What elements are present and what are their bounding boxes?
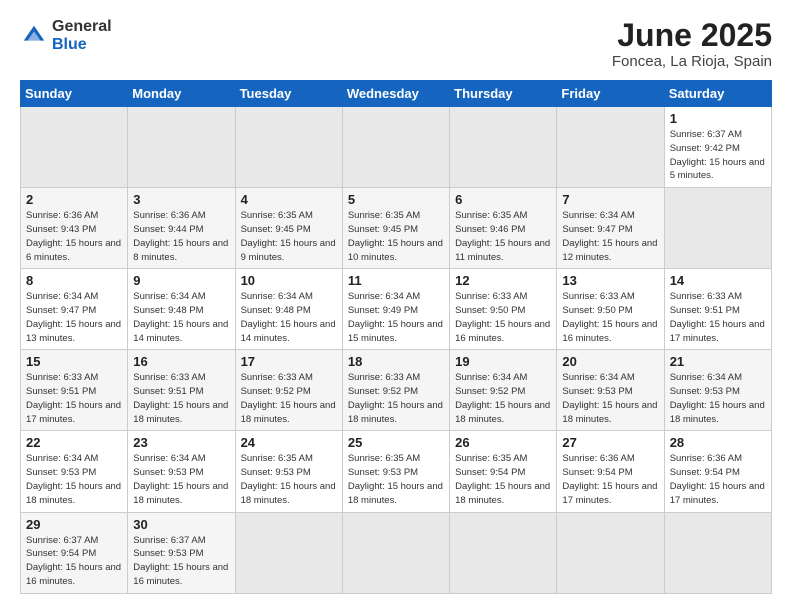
table-row: 16Sunrise: 6:33 AMSunset: 9:51 PMDayligh…	[128, 350, 235, 431]
table-row: 6Sunrise: 6:35 AMSunset: 9:46 PMDaylight…	[450, 188, 557, 269]
week-row: 22Sunrise: 6:34 AMSunset: 9:53 PMDayligh…	[21, 431, 772, 512]
calendar-table: Sunday Monday Tuesday Wednesday Thursday…	[20, 80, 772, 593]
empty-cell	[450, 107, 557, 188]
table-row: 12Sunrise: 6:33 AMSunset: 9:50 PMDayligh…	[450, 269, 557, 350]
empty-cell	[128, 107, 235, 188]
table-row: 20Sunrise: 6:34 AMSunset: 9:53 PMDayligh…	[557, 350, 664, 431]
col-wednesday: Wednesday	[342, 81, 449, 107]
empty-cell	[342, 107, 449, 188]
table-row: 26Sunrise: 6:35 AMSunset: 9:54 PMDayligh…	[450, 431, 557, 512]
table-row: 29Sunrise: 6:37 AMSunset: 9:54 PMDayligh…	[21, 512, 128, 593]
logo-blue: Blue	[52, 36, 112, 54]
table-row: 25Sunrise: 6:35 AMSunset: 9:53 PMDayligh…	[342, 431, 449, 512]
calendar-subtitle: Foncea, La Rioja, Spain	[612, 53, 772, 70]
table-row: 24Sunrise: 6:35 AMSunset: 9:53 PMDayligh…	[235, 431, 342, 512]
col-saturday: Saturday	[664, 81, 771, 107]
table-row: 7Sunrise: 6:34 AMSunset: 9:47 PMDaylight…	[557, 188, 664, 269]
page: General Blue June 2025 Foncea, La Rioja,…	[0, 0, 792, 612]
calendar-title: June 2025	[612, 18, 772, 53]
table-row: 28Sunrise: 6:36 AMSunset: 9:54 PMDayligh…	[664, 431, 771, 512]
empty-cell	[557, 107, 664, 188]
table-row: 8Sunrise: 6:34 AMSunset: 9:47 PMDaylight…	[21, 269, 128, 350]
col-thursday: Thursday	[450, 81, 557, 107]
week-row: 1Sunrise: 6:37 AMSunset: 9:42 PMDaylight…	[21, 107, 772, 188]
col-monday: Monday	[128, 81, 235, 107]
col-sunday: Sunday	[21, 81, 128, 107]
table-row: 15Sunrise: 6:33 AMSunset: 9:51 PMDayligh…	[21, 350, 128, 431]
table-row: 23Sunrise: 6:34 AMSunset: 9:53 PMDayligh…	[128, 431, 235, 512]
col-tuesday: Tuesday	[235, 81, 342, 107]
empty-cell	[21, 107, 128, 188]
table-row: 10Sunrise: 6:34 AMSunset: 9:48 PMDayligh…	[235, 269, 342, 350]
table-row	[557, 512, 664, 593]
table-row: 22Sunrise: 6:34 AMSunset: 9:53 PMDayligh…	[21, 431, 128, 512]
table-row	[450, 512, 557, 593]
header: General Blue June 2025 Foncea, La Rioja,…	[20, 18, 772, 70]
table-row: 14Sunrise: 6:33 AMSunset: 9:51 PMDayligh…	[664, 269, 771, 350]
col-friday: Friday	[557, 81, 664, 107]
logo-general: General	[52, 18, 112, 36]
week-row: 8Sunrise: 6:34 AMSunset: 9:47 PMDaylight…	[21, 269, 772, 350]
table-row: 5Sunrise: 6:35 AMSunset: 9:45 PMDaylight…	[342, 188, 449, 269]
logo: General Blue	[20, 18, 112, 53]
table-row: 3Sunrise: 6:36 AMSunset: 9:44 PMDaylight…	[128, 188, 235, 269]
table-row: 2Sunrise: 6:36 AMSunset: 9:43 PMDaylight…	[21, 188, 128, 269]
header-row: Sunday Monday Tuesday Wednesday Thursday…	[21, 81, 772, 107]
table-row	[664, 188, 771, 269]
logo-icon	[20, 22, 48, 50]
table-row: 9Sunrise: 6:34 AMSunset: 9:48 PMDaylight…	[128, 269, 235, 350]
week-row: 2Sunrise: 6:36 AMSunset: 9:43 PMDaylight…	[21, 188, 772, 269]
table-row: 1Sunrise: 6:37 AMSunset: 9:42 PMDaylight…	[664, 107, 771, 188]
table-row	[342, 512, 449, 593]
empty-cell	[235, 107, 342, 188]
table-row: 30Sunrise: 6:37 AMSunset: 9:53 PMDayligh…	[128, 512, 235, 593]
table-row	[664, 512, 771, 593]
table-row: 4Sunrise: 6:35 AMSunset: 9:45 PMDaylight…	[235, 188, 342, 269]
table-row: 17Sunrise: 6:33 AMSunset: 9:52 PMDayligh…	[235, 350, 342, 431]
table-row: 18Sunrise: 6:33 AMSunset: 9:52 PMDayligh…	[342, 350, 449, 431]
table-row: 11Sunrise: 6:34 AMSunset: 9:49 PMDayligh…	[342, 269, 449, 350]
table-row: 27Sunrise: 6:36 AMSunset: 9:54 PMDayligh…	[557, 431, 664, 512]
logo-text: General Blue	[52, 18, 112, 53]
week-row: 15Sunrise: 6:33 AMSunset: 9:51 PMDayligh…	[21, 350, 772, 431]
table-row	[235, 512, 342, 593]
week-row: 29Sunrise: 6:37 AMSunset: 9:54 PMDayligh…	[21, 512, 772, 593]
table-row: 13Sunrise: 6:33 AMSunset: 9:50 PMDayligh…	[557, 269, 664, 350]
title-block: June 2025 Foncea, La Rioja, Spain	[612, 18, 772, 70]
table-row: 19Sunrise: 6:34 AMSunset: 9:52 PMDayligh…	[450, 350, 557, 431]
table-row: 21Sunrise: 6:34 AMSunset: 9:53 PMDayligh…	[664, 350, 771, 431]
